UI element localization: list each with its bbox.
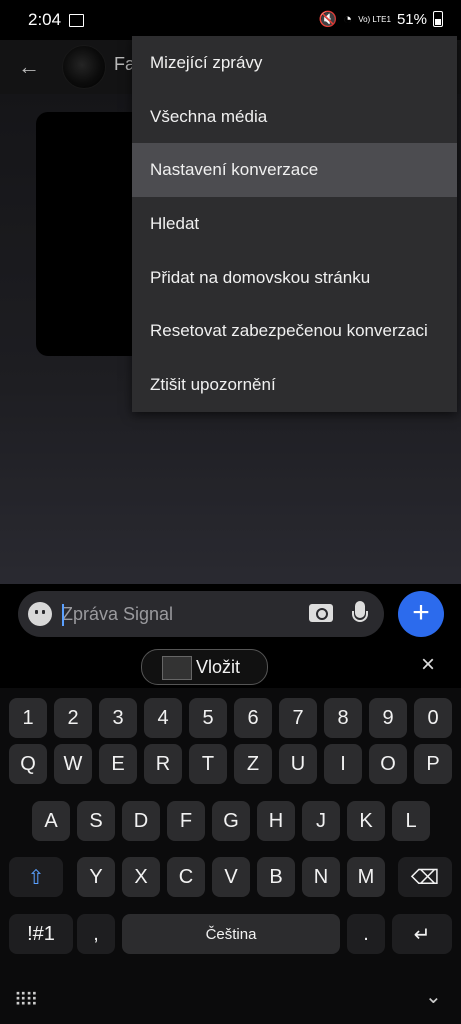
key-8[interactable]: 8 <box>324 698 362 738</box>
key-6[interactable]: 6 <box>234 698 272 738</box>
key-g[interactable]: G <box>212 801 250 841</box>
key-s[interactable]: S <box>77 801 115 841</box>
hide-keyboard-chevron-icon[interactable]: ⌄ <box>425 984 442 1009</box>
key-0[interactable]: 0 <box>414 698 452 738</box>
key-o[interactable]: O <box>369 744 407 784</box>
camera-icon[interactable] <box>309 604 333 622</box>
key-k[interactable]: K <box>347 801 385 841</box>
menu-item-conversation-settings[interactable]: Nastavení konverzace <box>132 143 457 198</box>
key-i[interactable]: I <box>324 744 362 784</box>
key-m[interactable]: M <box>347 857 385 897</box>
key-w[interactable]: W <box>54 744 92 784</box>
key-e[interactable]: E <box>99 744 137 784</box>
enter-key-icon[interactable]: ↵ <box>392 914 452 954</box>
key-x[interactable]: X <box>122 857 160 897</box>
menu-item-disappearing-messages[interactable]: Mizející zprávy <box>132 36 457 90</box>
message-input-placeholder[interactable]: Zpráva Signal <box>62 604 173 625</box>
emoji-icon[interactable] <box>28 602 52 626</box>
wifi-icon: ◔ <box>343 10 353 28</box>
paste-label: Vložit <box>196 657 241 677</box>
message-input-container[interactable]: Zpráva Signal <box>18 591 384 637</box>
key-y[interactable]: Y <box>77 857 115 897</box>
composer-bar: Zpráva Signal + <box>0 585 461 645</box>
backspace-key-icon[interactable]: ⌫ <box>398 857 452 897</box>
key-p[interactable]: P <box>414 744 452 784</box>
symbols-key[interactable]: !#1 <box>9 914 73 954</box>
keyboard-suggestion-bar: Vložit × <box>0 645 461 688</box>
status-bar: 2:04 🔇 ◔ Vo) LTE1 51% <box>0 0 461 40</box>
key-r[interactable]: R <box>144 744 182 784</box>
key-2[interactable]: 2 <box>54 698 92 738</box>
space-key[interactable]: Čeština <box>122 914 340 954</box>
clipboard-thumbnail <box>162 656 192 680</box>
key-9[interactable]: 9 <box>369 698 407 738</box>
key-q[interactable]: Q <box>9 744 47 784</box>
key-a[interactable]: A <box>32 801 70 841</box>
key-f[interactable]: F <box>167 801 205 841</box>
paste-chip[interactable]: Vložit <box>141 649 268 685</box>
close-icon[interactable]: × <box>421 651 435 679</box>
key-7[interactable]: 7 <box>279 698 317 738</box>
signal-text: Vo) LTE1 <box>358 14 391 24</box>
menu-item-search[interactable]: Hledat <box>132 197 457 251</box>
battery-percent: 51% <box>396 10 427 28</box>
key-l[interactable]: L <box>392 801 430 841</box>
key-4[interactable]: 4 <box>144 698 182 738</box>
key-j[interactable]: J <box>302 801 340 841</box>
key-d[interactable]: D <box>122 801 160 841</box>
overflow-menu: Mizející zprávy Všechna média Nastavení … <box>132 36 457 412</box>
key-z[interactable]: Z <box>234 744 272 784</box>
key-3[interactable]: 3 <box>99 698 137 738</box>
keyboard-toggle-icon[interactable]: ⠿⠿ <box>14 990 38 1011</box>
status-time: 2:04 <box>28 10 62 29</box>
key-u[interactable]: U <box>279 744 317 784</box>
key-n[interactable]: N <box>302 857 340 897</box>
period-key[interactable]: . <box>347 914 385 954</box>
key-t[interactable]: T <box>189 744 227 784</box>
menu-item-reset-secure-session[interactable]: Resetovat zabezpečenou konverzaci <box>132 304 457 358</box>
mute-icon: 🔇 <box>318 11 338 28</box>
key-b[interactable]: B <box>257 857 295 897</box>
attach-plus-button[interactable]: + <box>398 591 444 637</box>
key-c[interactable]: C <box>167 857 205 897</box>
comma-key[interactable]: , <box>77 914 115 954</box>
key-1[interactable]: 1 <box>9 698 47 738</box>
shift-key-icon[interactable]: ⇧ <box>9 857 63 897</box>
text-caret <box>62 604 64 626</box>
menu-item-all-media[interactable]: Všechna média <box>132 90 457 144</box>
status-right: 🔇 ◔ Vo) LTE1 51% <box>318 10 443 28</box>
battery-icon <box>433 11 443 27</box>
keyboard: 1 2 3 4 5 6 7 8 9 0 Q W E R T Z U I O P … <box>0 688 461 1024</box>
key-5[interactable]: 5 <box>189 698 227 738</box>
key-h[interactable]: H <box>257 801 295 841</box>
mic-icon[interactable] <box>352 601 368 622</box>
menu-item-add-to-home[interactable]: Přidat na domovskou stránku <box>132 251 457 305</box>
menu-item-mute-notifications[interactable]: Ztišit upozornění <box>132 358 457 412</box>
key-v[interactable]: V <box>212 857 250 897</box>
image-notification-icon <box>69 14 84 27</box>
